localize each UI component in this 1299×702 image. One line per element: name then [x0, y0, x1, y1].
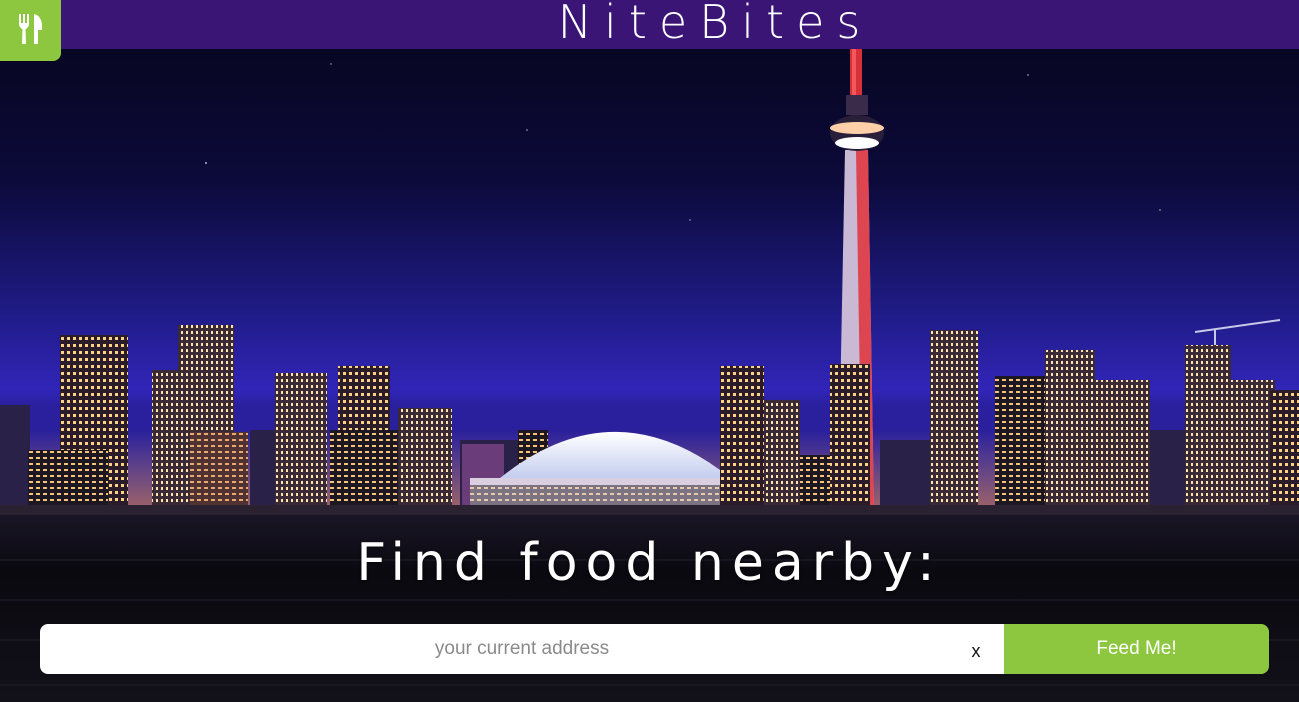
clear-address-button[interactable]: x [960, 624, 992, 674]
address-input[interactable] [40, 624, 1004, 674]
headline: Find food nearby: [356, 533, 943, 593]
fork-knife-icon [16, 12, 46, 50]
address-search-form: x Feed Me! [40, 624, 1269, 674]
logo-badge[interactable] [0, 0, 61, 61]
brand-title[interactable]: NiteBites [0, 0, 1299, 48]
feed-me-button[interactable]: Feed Me! [1004, 624, 1269, 674]
